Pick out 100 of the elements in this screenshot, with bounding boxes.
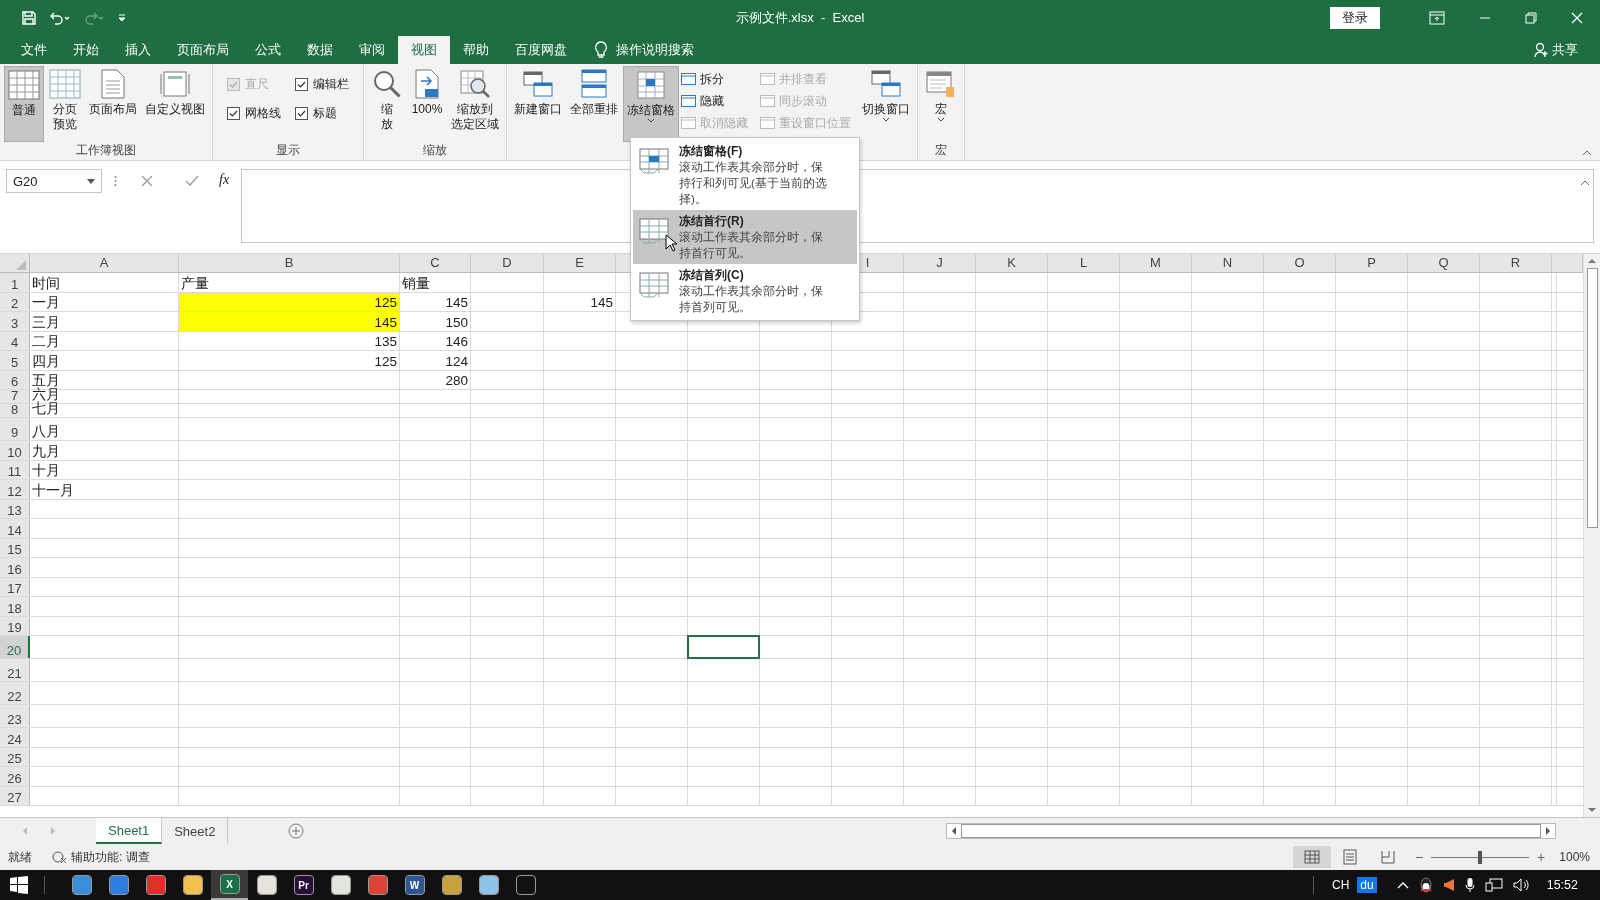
ribbon-tab[interactable]: 文件 xyxy=(8,36,60,64)
taskbar-app[interactable]: Pr xyxy=(285,870,322,900)
column-header[interactable]: P xyxy=(1336,254,1408,272)
row-header[interactable]: 8 xyxy=(0,404,30,417)
ribbon-tab[interactable]: 视图 xyxy=(398,36,450,64)
switch-windows-button[interactable]: 切换窗口 xyxy=(859,66,913,142)
column-header[interactable]: J xyxy=(904,254,976,272)
column-header[interactable]: A xyxy=(30,254,179,272)
window-button[interactable]: 全部重排 xyxy=(567,66,621,142)
row-header[interactable]: 3 xyxy=(0,312,30,331)
ribbon-tab[interactable]: 插入 xyxy=(112,36,164,64)
check-icon[interactable] xyxy=(185,175,199,187)
accessibility-button[interactable]: 辅助功能: 调查 xyxy=(52,848,150,866)
row-header[interactable]: 20 xyxy=(0,636,30,658)
scroll-down-icon[interactable] xyxy=(1587,807,1597,813)
view-button[interactable]: 自定义视图 xyxy=(142,66,208,142)
column-header[interactable]: O xyxy=(1264,254,1336,272)
taskbar-app[interactable]: X xyxy=(211,870,248,900)
column-header[interactable]: B xyxy=(179,254,400,272)
row-header[interactable]: 1 xyxy=(0,273,30,292)
speaker-icon[interactable] xyxy=(1512,878,1531,892)
input-method[interactable]: CH xyxy=(1332,878,1350,892)
penguin-icon[interactable] xyxy=(1418,877,1433,893)
ribbon-tab[interactable]: 开始 xyxy=(60,36,112,64)
column-header[interactable]: D xyxy=(471,254,544,272)
checkbox[interactable]: 网格线 xyxy=(227,105,281,122)
zoom-button[interactable]: 缩 放 xyxy=(368,66,406,142)
row-header[interactable]: 23 xyxy=(0,705,30,727)
row-header[interactable]: 12 xyxy=(0,480,30,499)
ribbon-tab[interactable]: 审阅 xyxy=(346,36,398,64)
start-icon[interactable] xyxy=(10,876,28,894)
add-sheet-icon[interactable] xyxy=(288,823,305,839)
selected-cell[interactable] xyxy=(687,635,760,659)
view-button[interactable]: 分页 预览 xyxy=(46,66,84,142)
ribbon-tab[interactable]: 百度网盘 xyxy=(502,36,580,64)
ribbon-tab[interactable]: 页面布局 xyxy=(164,36,242,64)
network-icon[interactable] xyxy=(1484,878,1503,892)
row-header[interactable]: 22 xyxy=(0,682,30,704)
sign-in-button[interactable]: 登录 xyxy=(1330,7,1380,29)
ribbon-tab[interactable]: 公式 xyxy=(242,36,294,64)
column-header[interactable]: Q xyxy=(1408,254,1480,272)
ribbon-display-icon[interactable] xyxy=(1429,11,1445,25)
megaphone-icon[interactable] xyxy=(1442,878,1455,892)
zoom-button[interactable]: 缩放到 选定区域 xyxy=(448,66,502,142)
name-box[interactable]: G20 xyxy=(6,169,102,193)
close-icon[interactable] xyxy=(1571,12,1583,24)
sheet-tab[interactable]: Sheet1 xyxy=(96,818,163,844)
view-button[interactable]: 普通 xyxy=(4,66,44,142)
row-header[interactable]: 16 xyxy=(0,558,30,577)
insert-function-button[interactable]: fx xyxy=(219,172,230,188)
checkbox[interactable]: 编辑栏 xyxy=(295,76,349,93)
undo-icon[interactable] xyxy=(49,10,71,26)
chevron-up-icon[interactable] xyxy=(1396,881,1409,889)
row-header[interactable]: 7 xyxy=(0,390,30,403)
scroll-right-icon[interactable] xyxy=(1545,827,1551,835)
window-button[interactable]: 冻结窗格 xyxy=(623,66,679,142)
microphone-icon[interactable] xyxy=(1464,877,1475,893)
menu-item[interactable]: 冻结首行(R) 滚动工作表其余部分时，保持首行可见。 xyxy=(633,210,857,264)
scroll-thumb[interactable] xyxy=(961,824,1541,838)
row-header[interactable]: 18 xyxy=(0,597,30,616)
ribbon-tab[interactable]: 数据 xyxy=(294,36,346,64)
window-button[interactable]: 新建窗口 xyxy=(511,66,565,142)
input-method-badge[interactable]: du xyxy=(1357,877,1377,893)
scroll-up-icon[interactable] xyxy=(1587,258,1597,264)
row-header[interactable]: 26 xyxy=(0,767,30,786)
checkbox[interactable]: 标题 xyxy=(295,105,349,122)
row-header[interactable]: 5 xyxy=(0,351,30,370)
column-header[interactable]: K xyxy=(976,254,1048,272)
ribbon-tab[interactable]: 帮助 xyxy=(450,36,502,64)
zoom-level[interactable]: 100% xyxy=(1559,850,1590,864)
share-button[interactable]: 共享 xyxy=(1534,36,1578,64)
zoom-out-button[interactable]: − xyxy=(1414,849,1424,865)
row-header[interactable]: 21 xyxy=(0,659,30,681)
normal-view-icon[interactable] xyxy=(1292,846,1331,868)
row-header[interactable]: 14 xyxy=(0,519,30,538)
collapse-icon[interactable] xyxy=(1580,180,1590,186)
window-option-button[interactable]: 拆分 xyxy=(681,68,748,90)
clock[interactable]: 15:52 xyxy=(1546,878,1578,892)
restore-icon[interactable] xyxy=(1525,12,1537,24)
save-icon[interactable] xyxy=(21,10,37,26)
column-header[interactable]: E xyxy=(544,254,616,272)
row-header[interactable]: 9 xyxy=(0,418,30,440)
tell-me-search[interactable]: 操作说明搜索 xyxy=(616,36,694,64)
horizontal-scrollbar[interactable] xyxy=(946,823,1556,839)
vertical-scrollbar[interactable] xyxy=(1583,254,1600,817)
column-header[interactable]: C xyxy=(400,254,471,272)
row-header[interactable]: 10 xyxy=(0,441,30,460)
collapse-ribbon-icon[interactable] xyxy=(1582,150,1592,156)
zoom-button[interactable]: 100% xyxy=(408,66,446,142)
column-header[interactable]: R xyxy=(1480,254,1552,272)
scroll-left-icon[interactable] xyxy=(951,827,957,835)
taskbar-app[interactable]: W xyxy=(396,870,433,900)
menu-item[interactable]: 冻结窗格(F) 滚动工作表其余部分时，保持行和列可见(基于当前的选择)。 xyxy=(633,140,857,210)
cancel-icon[interactable] xyxy=(141,175,153,187)
column-header[interactable]: L xyxy=(1048,254,1120,272)
zoom-in-button[interactable]: + xyxy=(1537,849,1546,865)
scroll-thumb[interactable] xyxy=(1586,268,1598,528)
column-header[interactable]: M xyxy=(1120,254,1192,272)
view-button[interactable]: 页面布局 xyxy=(86,66,140,142)
window-option-button[interactable]: 隐藏 xyxy=(681,90,748,112)
